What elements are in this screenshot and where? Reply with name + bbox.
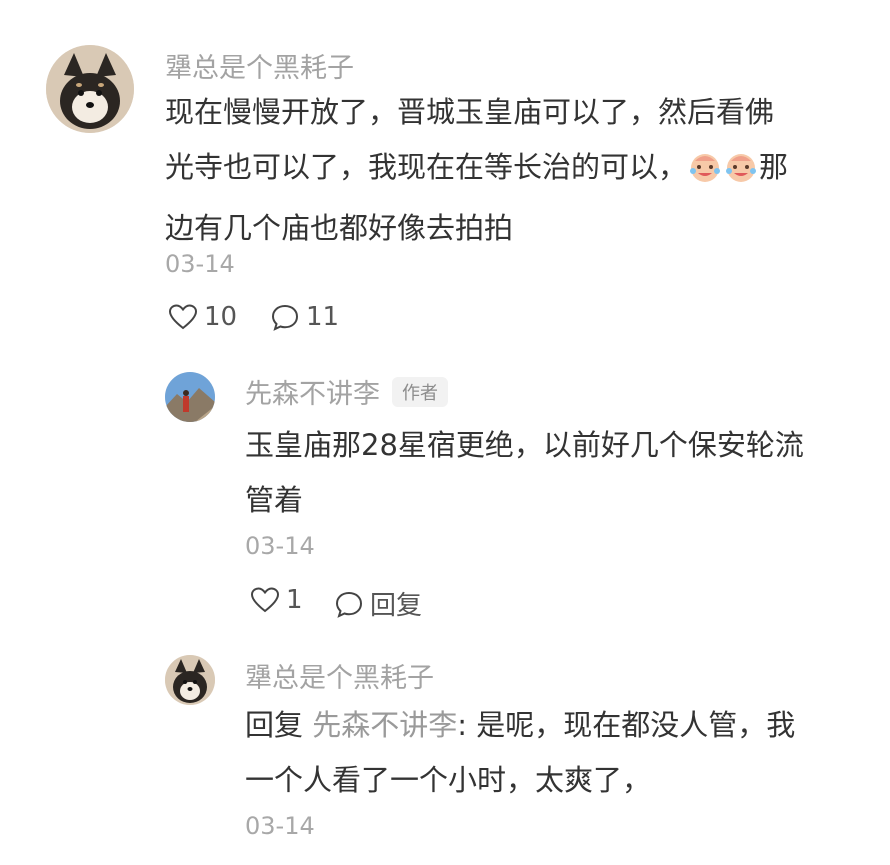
reply-username[interactable]: 先森不讲李 作者 (245, 372, 448, 411)
comment-count: 11 (306, 302, 340, 332)
comment-bubble-icon (335, 591, 363, 618)
reply-date: 03-14 (245, 532, 315, 560)
avatar[interactable] (165, 372, 215, 422)
like-count: 1 (286, 585, 303, 615)
reply-button[interactable]: 回复 (334, 585, 422, 622)
comment-text: 现在慢慢开放了，晋城玉皇庙可以了，然后看佛 光寺也可以了，我现在在等长治的可以，… (165, 85, 865, 256)
avatar[interactable] (46, 45, 134, 133)
crying-laugh-emoji-icon (723, 146, 759, 201)
comment-date: 03-14 (165, 250, 235, 278)
comment-text-fragment: 光寺也可以了，我现在在等长治的可以， (165, 150, 688, 184)
crying-laugh-emoji-icon (687, 146, 723, 201)
reply-text-fragment: : 是呢，现在都没人管，我 (457, 708, 796, 742)
comment-username[interactable]: 犟总是个黑耗子 (165, 46, 354, 85)
heart-icon (250, 587, 280, 613)
reply-username[interactable]: 犟总是个黑耗子 (245, 656, 434, 695)
like-count: 10 (204, 302, 238, 332)
author-badge: 作者 (392, 377, 448, 407)
comment-text-line: 边有几个庙也都好像去拍拍 (165, 211, 514, 245)
heart-icon (168, 304, 198, 330)
avatar[interactable] (165, 655, 215, 705)
reply-date: 03-14 (245, 812, 315, 840)
comment-count-button[interactable]: 11 (270, 302, 339, 332)
reply-text: 玉皇庙那28星宿更绝，以前好几个保安轮流 管着 (245, 418, 865, 528)
reply-text: 回复 先森不讲李: 是呢，现在都没人管，我 一个人看了一个小时，太爽了， (245, 698, 865, 808)
like-button[interactable]: 1 (250, 585, 303, 615)
reply-text-line: 一个人看了一个小时，太爽了， (245, 763, 652, 797)
reply-text-line: 管着 (245, 483, 304, 517)
mountain-photo-avatar-icon (165, 372, 215, 422)
reply-text-line: 回复 先森不讲李: 是呢，现在都没人管，我 (245, 698, 865, 753)
reply-text-line: 玉皇庙那28星宿更绝，以前好几个保安轮流 (245, 428, 804, 462)
reply-username-text: 先森不讲李 (245, 379, 380, 410)
comment-text-fragment: 那 (759, 150, 789, 184)
comment-text-line: 光寺也可以了，我现在在等长治的可以， 那 (165, 140, 865, 201)
shiba-dog-avatar-icon (46, 45, 134, 133)
shiba-dog-avatar-icon (165, 655, 215, 705)
reply-prefix: 回复 (245, 708, 313, 742)
comment-bubble-icon (271, 304, 299, 331)
reply-label: 回复 (370, 591, 423, 621)
reply-mention-link[interactable]: 先森不讲李 (312, 708, 457, 742)
like-button[interactable]: 10 (168, 302, 237, 332)
comment-text-line: 现在慢慢开放了，晋城玉皇庙可以了，然后看佛 (165, 95, 775, 129)
